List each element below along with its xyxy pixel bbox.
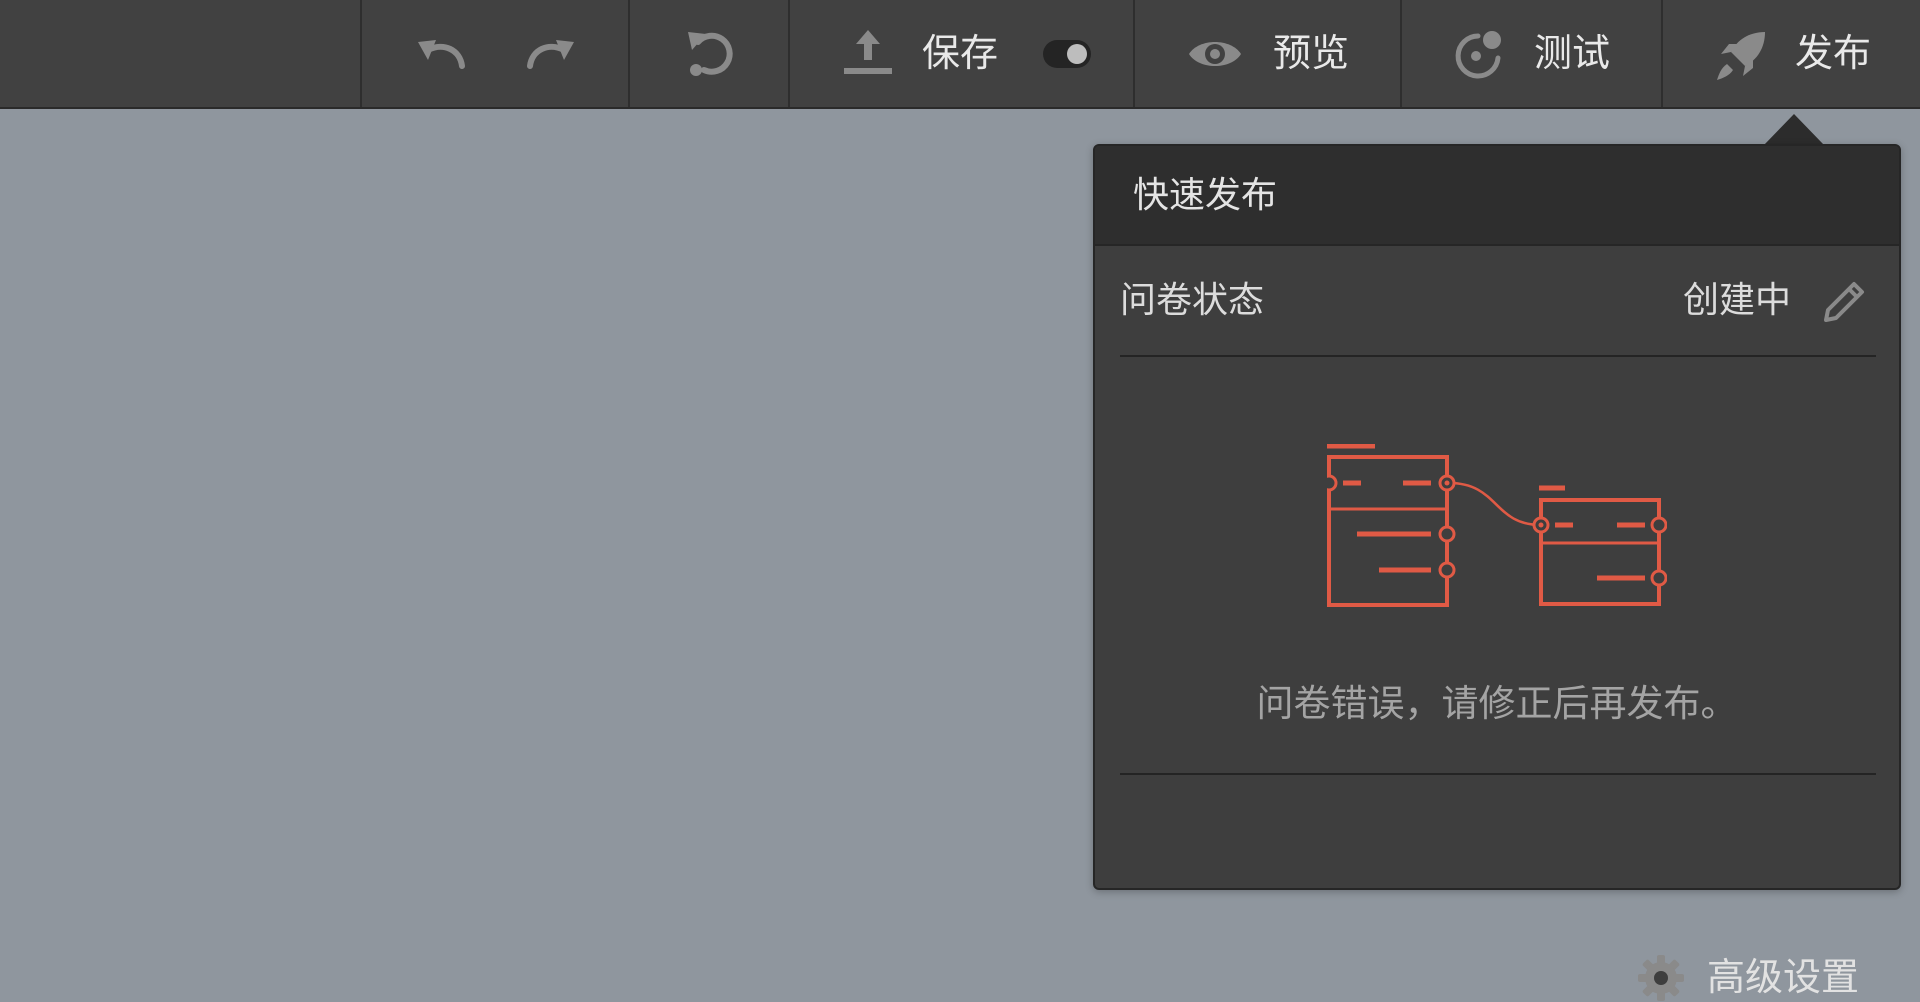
test-icon — [1455, 31, 1501, 79]
preview-button[interactable]: 预览 — [1273, 30, 1349, 76]
popover-title: 快速发布 — [1133, 175, 1278, 216]
popover-arrow — [1764, 114, 1824, 145]
toggle-knob — [1067, 44, 1087, 64]
undo-icon[interactable] — [414, 32, 470, 76]
test-group[interactable]: 测试 — [1400, 0, 1661, 107]
quick-publish-popover: 快速发布 问卷状态 创建中 问卷错误，请修正后再发布。 高级设置 — [1093, 144, 1901, 1001]
upload-icon[interactable] — [842, 30, 894, 76]
top-toolbar: 保存 预览 测试 发布 — [0, 0, 1920, 109]
publish-button[interactable]: 发布 — [1795, 30, 1871, 76]
pencil-icon[interactable] — [1818, 276, 1870, 328]
redo-icon[interactable] — [522, 32, 578, 76]
questionnaire-flow-illustration — [1327, 444, 1667, 607]
popover-header: 快速发布 — [1095, 146, 1899, 246]
rocket-icon — [1717, 32, 1765, 80]
error-message: 问卷错误，请修正后再发布。 — [1256, 682, 1738, 725]
questionnaire-status-value: 创建中 — [1682, 280, 1791, 321]
autosave-toggle[interactable] — [1043, 40, 1091, 68]
publish-group[interactable]: 发布 — [1661, 0, 1920, 107]
eye-icon — [1189, 42, 1241, 66]
save-button[interactable]: 保存 — [922, 30, 998, 76]
test-button[interactable]: 测试 — [1534, 30, 1610, 76]
questionnaire-status-label: 问卷状态 — [1120, 280, 1265, 321]
preview-group[interactable]: 预览 — [1133, 0, 1400, 107]
reset-icon[interactable] — [684, 28, 736, 80]
save-group: 保存 — [788, 0, 1133, 107]
status-divider — [1120, 355, 1876, 357]
gear-icon — [1638, 955, 1684, 1001]
reset-group — [628, 0, 788, 107]
history-group — [360, 0, 628, 107]
footer-divider — [1120, 773, 1876, 775]
